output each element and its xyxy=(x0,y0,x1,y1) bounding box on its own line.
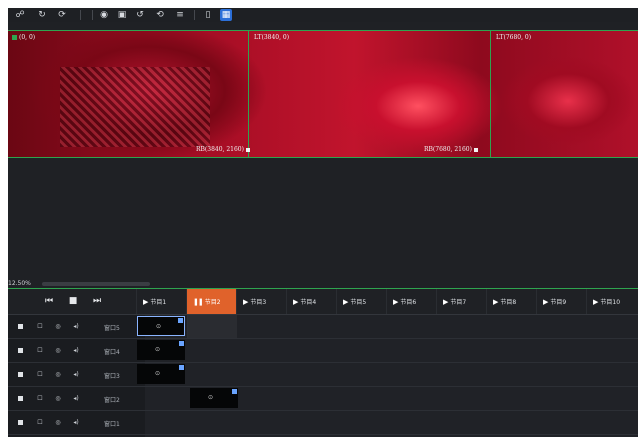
color-swatch xyxy=(18,372,23,377)
clip-badge xyxy=(232,389,237,394)
rotate-icon[interactable]: ⟲ xyxy=(154,9,166,21)
program-tab-10[interactable]: ▶ 节目10 xyxy=(586,289,638,314)
program-tab-2[interactable]: ❚❚ 节目2 xyxy=(186,289,236,314)
refresh-icon[interactable]: ⟳ xyxy=(56,9,68,21)
folder-icon[interactable]: ▣ xyxy=(116,9,128,21)
play-icon: ▶ xyxy=(493,297,499,306)
color-swatch xyxy=(18,396,23,401)
rb-label-mid: RB(3840, 2160) xyxy=(196,146,250,153)
volume-icon[interactable]: ◂) xyxy=(72,370,80,378)
window-row: ☐ ◎ ◂) 窗口1 xyxy=(8,411,638,435)
lt-label-right: LT(7680, 0) xyxy=(496,34,532,41)
program-tab-7[interactable]: ▶ 节目7 xyxy=(436,289,486,314)
window-name: 窗口5 xyxy=(104,325,120,332)
screen-divider xyxy=(248,31,249,157)
origin-label: (0, 0) xyxy=(12,34,35,41)
volume-icon[interactable]: ◂) xyxy=(72,394,80,402)
play-icon: ▶ xyxy=(143,297,149,306)
toolbar-separator xyxy=(194,10,195,20)
clip-eye-icon: ⊙ xyxy=(155,370,161,377)
lt-label-mid: LT(3840, 0) xyxy=(254,34,290,41)
pause-icon: ❚❚ xyxy=(193,297,204,306)
app-window: ☍ ↻ ⟳ ◉ ▣ ↺ ⟲ ≡ ▯ ▦ (0, 0) LT(3840, 0) L… xyxy=(8,8,638,437)
toolbar: ☍ ↻ ⟳ ◉ ▣ ↺ ⟲ ≡ ▯ ▦ xyxy=(8,8,638,22)
preview-texture xyxy=(60,67,210,147)
volume-icon[interactable]: ◂) xyxy=(72,418,80,426)
play-icon: ▶ xyxy=(343,297,349,306)
clip-eye-icon: ⊙ xyxy=(156,323,162,330)
color-swatch xyxy=(18,348,23,353)
program-tab-4[interactable]: ▶ 节目4 xyxy=(286,289,336,314)
window-name: 窗口1 xyxy=(104,421,120,428)
program-clip[interactable]: ⊙ xyxy=(137,316,185,336)
eye-icon[interactable]: ◎ xyxy=(54,370,62,378)
lock-icon[interactable]: ☐ xyxy=(36,370,44,378)
window-row: ☐ ◎ ◂) 窗口3 ⊙ xyxy=(8,363,638,387)
timeline-header: ⏮ ■ ⏭ ▶ 节目1 ❚❚ 节目2 ▶ 节目3 ▶ 节目4 ▶ 节目5 ▶ 节目6 ▶ 节目… xyxy=(8,289,638,315)
eye-icon[interactable]: ◎ xyxy=(54,418,62,426)
timeline-panel: ⏮ ■ ⏭ ▶ 节目1 ❚❚ 节目2 ▶ 节目3 ▶ 节目4 ▶ 节目5 ▶ 节目6 ▶ 节目… xyxy=(8,288,638,437)
undo-icon[interactable]: ↺ xyxy=(134,9,146,21)
play-icon: ▶ xyxy=(293,297,299,306)
screen-icon[interactable]: ▦ xyxy=(220,9,232,21)
clip-eye-icon: ⊙ xyxy=(208,394,214,401)
lock-icon xyxy=(245,148,250,152)
stop-icon[interactable]: ■ xyxy=(68,296,78,306)
toolbar-separator xyxy=(92,10,93,20)
program-tab-8[interactable]: ▶ 节目8 xyxy=(486,289,536,314)
toolbar-separator xyxy=(80,10,81,20)
eye-icon[interactable]: ◎ xyxy=(54,346,62,354)
window-row: ☐ ◎ ◂) 窗口5 ⊙ xyxy=(8,315,638,339)
play-icon: ▶ xyxy=(543,297,549,306)
canvas-area[interactable]: (0, 0) LT(3840, 0) LT(7680, 0) RB(3840, … xyxy=(8,22,638,288)
eye-icon[interactable]: ◎ xyxy=(54,322,62,330)
volume-icon[interactable]: ◂) xyxy=(72,322,80,330)
window-name: 窗口3 xyxy=(104,373,120,380)
play-icon: ▶ xyxy=(593,297,599,306)
play-icon: ▶ xyxy=(393,297,399,306)
program-clip[interactable]: ⊙ xyxy=(137,340,185,360)
program-tab-3[interactable]: ▶ 节目3 xyxy=(236,289,286,314)
lock-icon[interactable]: ☐ xyxy=(36,322,44,330)
screen-preview[interactable]: (0, 0) LT(3840, 0) LT(7680, 0) RB(3840, … xyxy=(8,30,638,158)
color-swatch xyxy=(18,420,23,425)
program-clip[interactable]: ⊙ xyxy=(137,364,185,384)
rb-label-right: RB(7680, 2160) xyxy=(424,146,478,153)
program-tab-9[interactable]: ▶ 节目9 xyxy=(536,289,586,314)
list-icon[interactable]: ≡ xyxy=(174,9,186,21)
screen-divider xyxy=(490,31,491,157)
clip-badge xyxy=(179,365,184,370)
flag-icon xyxy=(12,35,17,40)
window-name: 窗口2 xyxy=(104,397,120,404)
program-tab-1[interactable]: ▶ 节目1 xyxy=(136,289,186,314)
lock-icon[interactable]: ☐ xyxy=(36,418,44,426)
program-tab-5[interactable]: ▶ 节目5 xyxy=(336,289,386,314)
lock-icon xyxy=(473,148,478,152)
play-icon: ▶ xyxy=(243,297,249,306)
link-icon[interactable]: ☍ xyxy=(14,9,26,21)
redo-icon[interactable]: ↻ xyxy=(36,9,48,21)
volume-icon[interactable]: ◂) xyxy=(72,346,80,354)
lock-icon[interactable]: ☐ xyxy=(36,346,44,354)
program-cell[interactable] xyxy=(187,315,237,338)
zoom-level: 12.50% xyxy=(8,280,31,287)
clip-badge xyxy=(179,341,184,346)
eye-icon[interactable]: ◎ xyxy=(54,394,62,402)
window-row: ☐ ◎ ◂) 窗口4 ⊙ xyxy=(8,339,638,363)
play-icon: ▶ xyxy=(443,297,449,306)
program-tab-6[interactable]: ▶ 节目6 xyxy=(386,289,436,314)
clip-badge xyxy=(178,318,183,323)
prev-icon[interactable]: ⏮ xyxy=(44,296,54,306)
next-icon[interactable]: ⏭ xyxy=(92,296,102,306)
color-swatch xyxy=(18,324,23,329)
window-name: 窗口4 xyxy=(104,349,120,356)
horizontal-scrollbar[interactable] xyxy=(42,282,150,286)
phone-icon[interactable]: ▯ xyxy=(202,9,214,21)
lock-icon[interactable]: ☐ xyxy=(36,394,44,402)
program-clip[interactable]: ⊙ xyxy=(190,388,238,408)
window-row: ☐ ◎ ◂) 窗口2 ⊙ xyxy=(8,387,638,411)
clip-eye-icon: ⊙ xyxy=(155,346,161,353)
record-icon[interactable]: ◉ xyxy=(98,9,110,21)
